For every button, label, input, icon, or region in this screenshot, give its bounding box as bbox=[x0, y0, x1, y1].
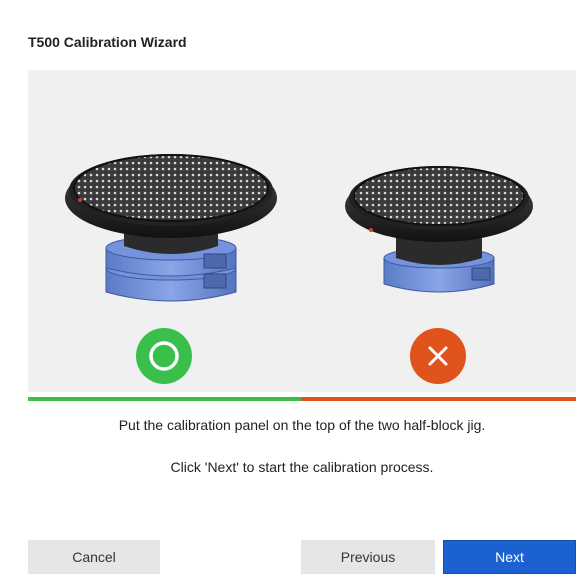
circle-check-icon bbox=[136, 328, 192, 384]
illustration-area bbox=[28, 70, 576, 392]
instruction-text-2: Click 'Next' to start the calibration pr… bbox=[170, 459, 434, 475]
instruction-text-1: Put the calibration panel on the top of … bbox=[118, 417, 486, 433]
calibration-wizard-dialog: T500 Calibration Wizard Put the calibrat… bbox=[0, 0, 586, 586]
cross-icon bbox=[410, 328, 466, 384]
correct-setup-illustration bbox=[65, 154, 277, 302]
cancel-button[interactable]: Cancel bbox=[28, 540, 160, 574]
incorrect-status-line bbox=[301, 397, 576, 401]
next-button[interactable]: Next bbox=[443, 540, 576, 574]
incorrect-setup-illustration bbox=[345, 166, 533, 293]
correct-status-line bbox=[28, 397, 301, 401]
previous-button[interactable]: Previous bbox=[301, 540, 435, 574]
dialog-title: T500 Calibration Wizard bbox=[28, 34, 187, 50]
